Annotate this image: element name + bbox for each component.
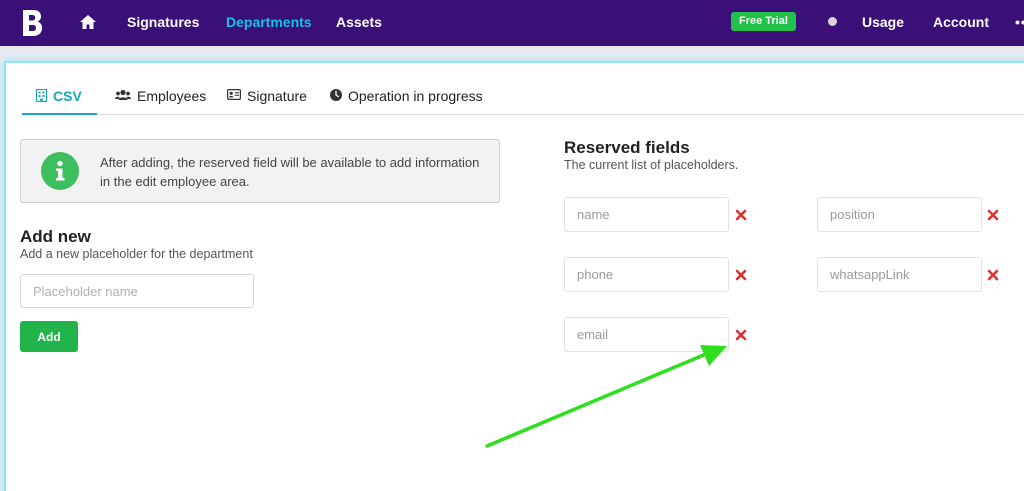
nav-link-signatures[interactable]: Signatures [127, 14, 199, 30]
info-icon [41, 152, 79, 190]
reserved-field-email[interactable]: email [564, 317, 729, 352]
reserved-field-name[interactable]: name [564, 197, 729, 232]
clock-icon [330, 89, 342, 101]
delete-name-icon[interactable] [735, 209, 747, 221]
tab-label: CSV [53, 88, 82, 104]
delete-position-icon[interactable] [987, 209, 999, 221]
reserved-fields-title: Reserved fields [564, 138, 690, 157]
department-panel: CSV Employees Signature Operation in pro… [4, 61, 1024, 491]
nav-link-usage[interactable]: Usage [862, 14, 904, 30]
tab-signature[interactable]: Signature [227, 83, 307, 115]
home-icon[interactable] [79, 13, 97, 31]
nav-link-assets[interactable]: Assets [336, 14, 382, 30]
more-menu-icon[interactable]: •• [1015, 14, 1024, 30]
brand-logo[interactable] [21, 9, 43, 37]
info-message: After adding, the reserved field will be… [100, 155, 480, 189]
tab-csv[interactable]: CSV [22, 83, 97, 115]
free-trial-badge[interactable]: Free Trial [731, 12, 796, 31]
tab-label: Signature [247, 88, 307, 104]
nav-link-departments[interactable]: Departments [226, 14, 312, 30]
reserved-field-whatsapplink[interactable]: whatsappLink [817, 257, 982, 292]
users-icon [115, 89, 131, 100]
reserved-fields-subtitle: The current list of placeholders. [564, 158, 739, 172]
building-icon [36, 89, 47, 102]
delete-whatsapplink-icon[interactable] [987, 269, 999, 281]
placeholder-name-input[interactable] [20, 274, 254, 308]
add-button[interactable]: Add [20, 321, 78, 352]
info-alert: After adding, the reserved field will be… [20, 139, 500, 203]
status-dot-icon [828, 17, 837, 26]
delete-phone-icon[interactable] [735, 269, 747, 281]
add-new-title: Add new [20, 227, 91, 246]
tab-employees[interactable]: Employees [115, 83, 206, 115]
tab-operation-in-progress[interactable]: Operation in progress [330, 83, 483, 115]
reserved-field-phone[interactable]: phone [564, 257, 729, 292]
top-nav: Signatures Departments Assets Free Trial… [0, 0, 1024, 46]
id-card-icon [227, 89, 241, 100]
tab-label: Employees [137, 88, 207, 104]
delete-email-icon[interactable] [735, 329, 747, 341]
add-new-subtitle: Add a new placeholder for the department [20, 247, 253, 261]
tab-label: Operation in progress [348, 88, 483, 104]
nav-link-account[interactable]: Account [933, 14, 989, 30]
reserved-field-position[interactable]: position [817, 197, 982, 232]
tab-bar: CSV Employees Signature Operation in pro… [22, 83, 1024, 115]
